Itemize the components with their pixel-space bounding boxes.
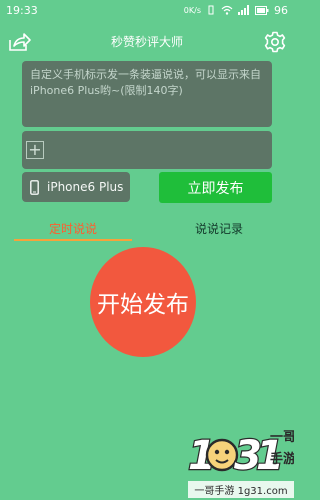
page-title: 秒赞秒评大师 (110, 35, 183, 49)
image-attachment-area: + (22, 131, 272, 169)
phone-icon (30, 179, 39, 195)
status-icons: 0K/s 96 (184, 4, 288, 17)
wifi-icon (221, 5, 233, 15)
tab-timed-status-label: 定时说说 (48, 221, 97, 236)
vibrate-icon (208, 5, 214, 15)
start-publish-button[interactable]: 开始发布 (90, 247, 196, 357)
data-speed: 0K/s (183, 5, 201, 15)
status-text-input[interactable]: 自定义手机标示发一条装逼说说，可以显示来自iPhone6 Plus哟~(限制14… (22, 61, 272, 127)
tab-status-records[interactable]: 说说记录 (160, 214, 278, 242)
tab-timed-status[interactable]: 定时说说 (14, 214, 132, 242)
tab-status-records-label: 说说记录 (194, 221, 243, 236)
watermark-url: 一哥手游 1g31.com (194, 484, 287, 497)
device-name: iPhone6 Plus (47, 180, 124, 194)
gear-icon (264, 31, 286, 53)
publish-now-label: 立即发布 (187, 180, 244, 197)
status-bar: 19:33 0K/s 96 (0, 0, 294, 20)
tab-bar: 定时说说 说说记录 (0, 214, 294, 244)
add-image-button[interactable]: + (26, 141, 44, 159)
battery-icon (255, 5, 269, 15)
watermark-logo: 1 3 1 一哥 手游 一哥手游 1g31.com (187, 429, 294, 498)
plus-icon: + (28, 140, 42, 159)
publish-now-button[interactable]: 立即发布 (159, 172, 272, 203)
status-time: 19:33 (6, 3, 38, 17)
battery-level: 96 (274, 3, 288, 17)
device-selector[interactable]: iPhone6 Plus (22, 172, 130, 202)
active-tab-indicator (14, 239, 132, 241)
title-bar: 秒赞秒评大师 (0, 28, 294, 56)
signal-icon (238, 5, 249, 15)
start-publish-label: 开始发布 (97, 292, 189, 318)
status-text-placeholder: 自定义手机标示发一条装逼说说，可以显示来自iPhone6 Plus哟~(限制14… (30, 68, 261, 97)
svg-text:一哥: 一哥 (270, 429, 294, 445)
svg-text:手游: 手游 (270, 451, 294, 467)
settings-button[interactable] (262, 29, 288, 55)
